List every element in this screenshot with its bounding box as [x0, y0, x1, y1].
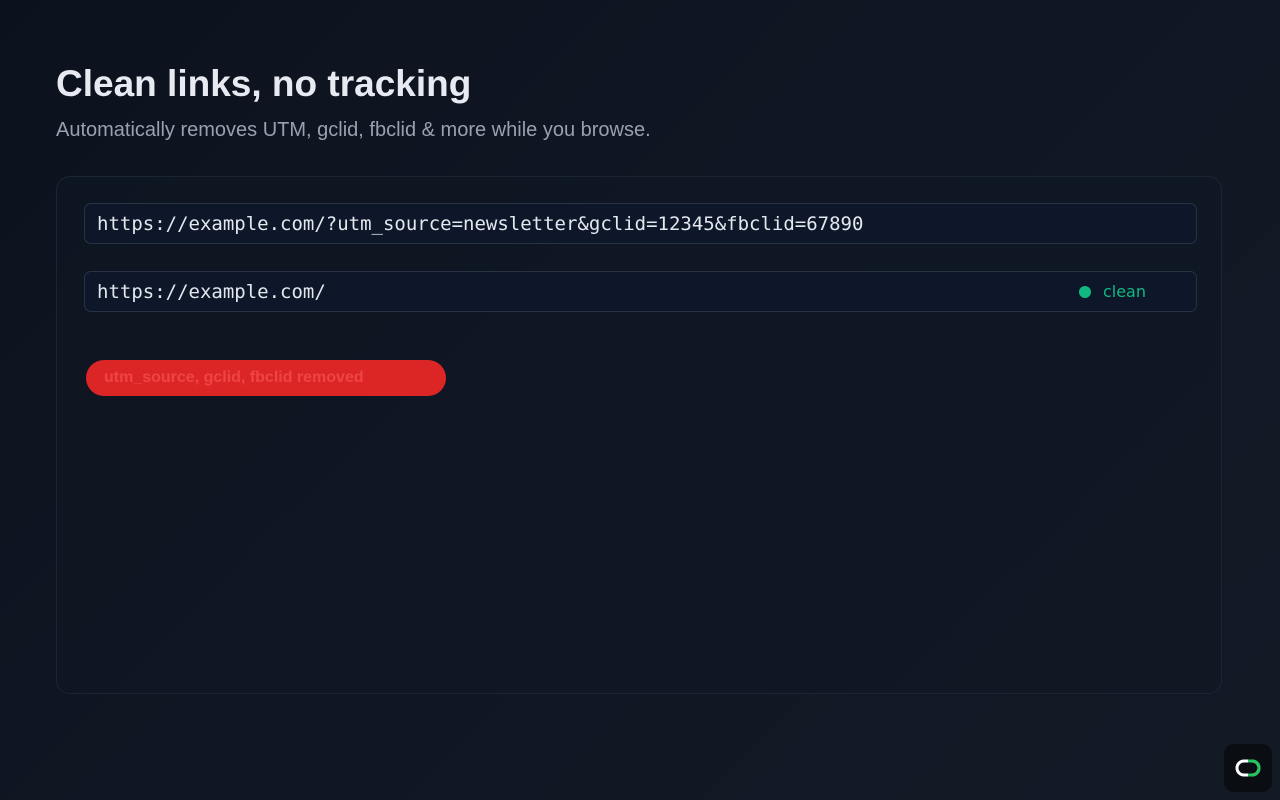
- page-subtitle: Automatically removes UTM, gclid, fbclid…: [56, 119, 651, 141]
- demo-panel: https://example.com/?utm_source=newslett…: [56, 176, 1222, 694]
- status-label: clean: [1102, 282, 1146, 301]
- status-indicator: clean: [1078, 282, 1146, 301]
- app-logo-glyph-icon: [1235, 759, 1261, 777]
- status-dot-icon: [1078, 285, 1091, 298]
- removed-params-text: utm_source, gclid, fbclid removed: [104, 369, 364, 386]
- output-url-text: https://example.com/: [97, 280, 326, 303]
- app-logo-icon[interactable]: [1224, 744, 1272, 792]
- input-url-field[interactable]: https://example.com/?utm_source=newslett…: [84, 203, 1197, 244]
- input-url-text: https://example.com/?utm_source=newslett…: [97, 212, 864, 235]
- output-url-field[interactable]: https://example.com/ clean: [84, 271, 1197, 312]
- removed-params-badge: utm_source, gclid, fbclid removed: [86, 360, 446, 396]
- page-title: Clean links, no tracking: [56, 63, 472, 104]
